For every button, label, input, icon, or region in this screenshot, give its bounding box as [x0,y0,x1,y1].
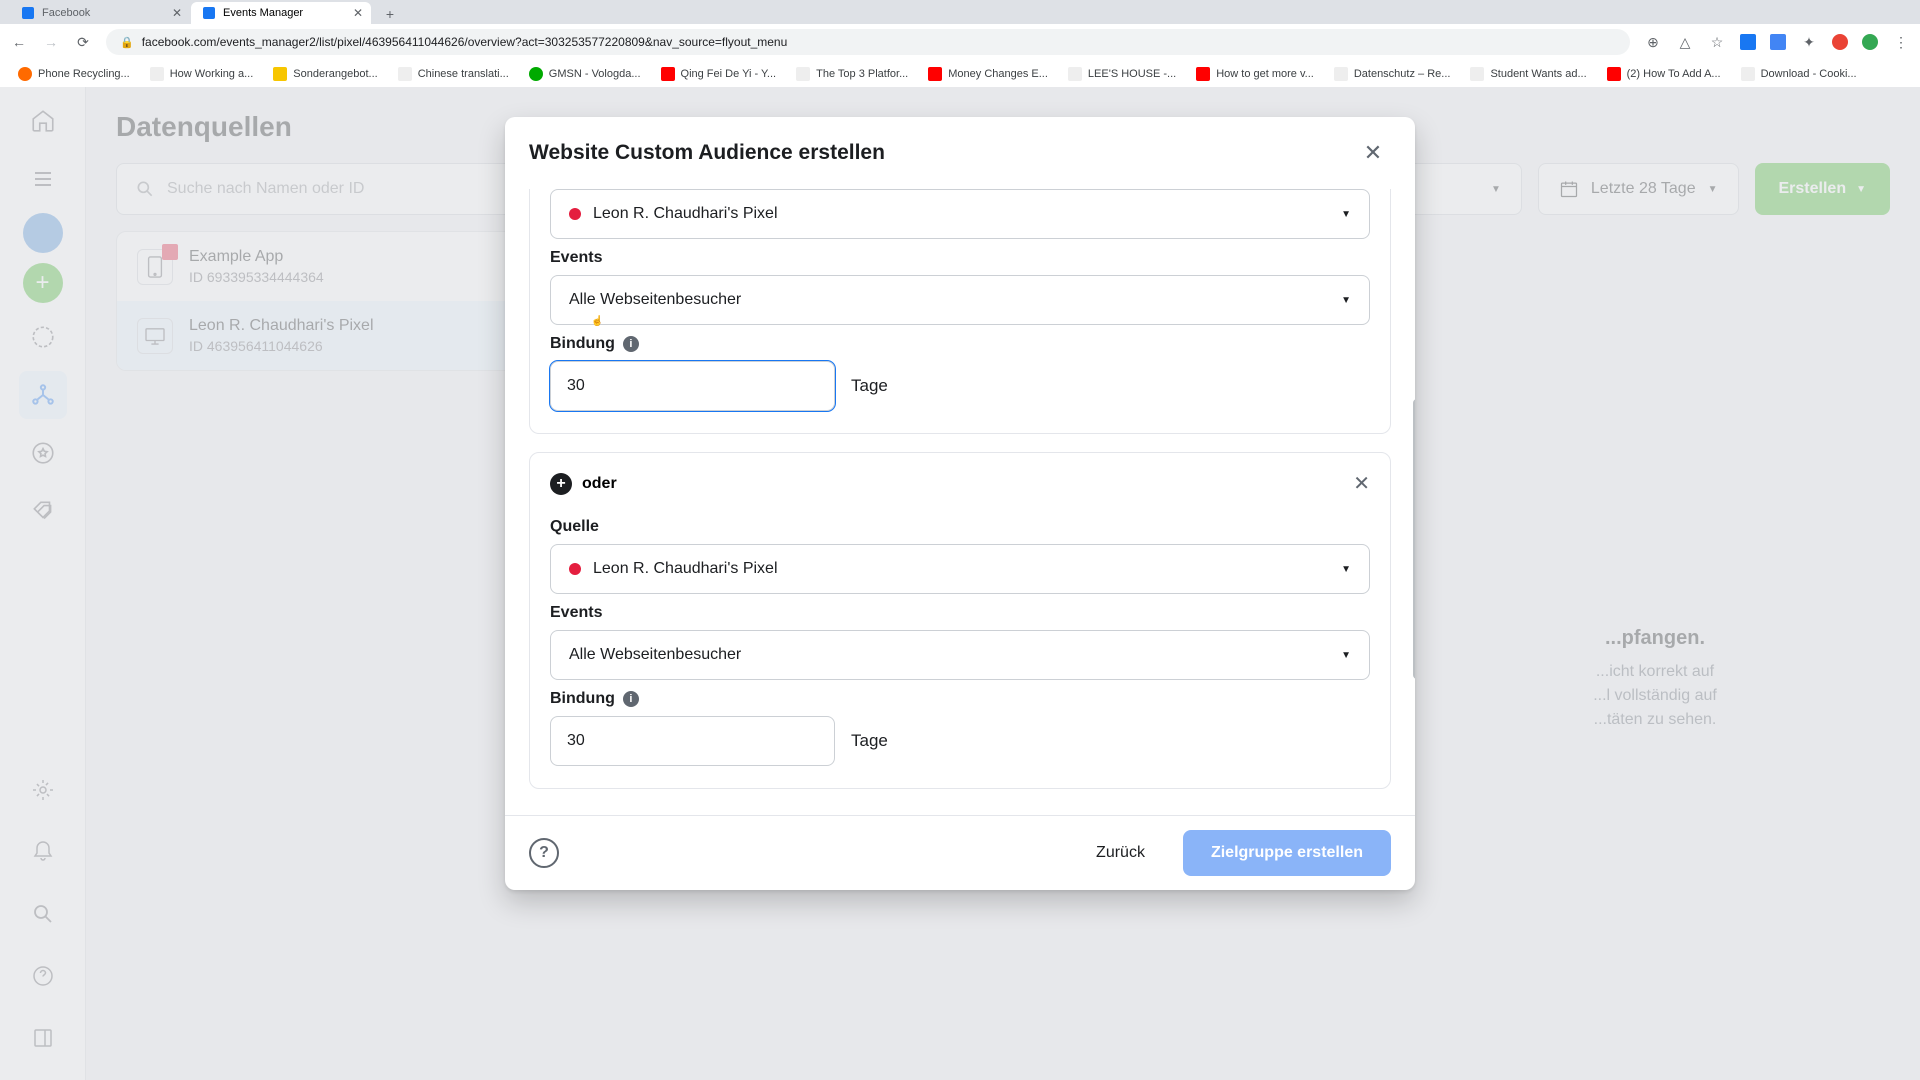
url-input[interactable]: 🔒 facebook.com/events_manager2/list/pixe… [106,29,1630,55]
or-condition[interactable]: + oder [550,473,617,495]
browser-chrome: Facebook ✕ Events Manager ✕ + ← → ⟳ 🔒 fa… [0,0,1920,87]
modal-title: Website Custom Audience erstellen [529,141,885,165]
url-text: facebook.com/events_manager2/list/pixel/… [142,35,788,49]
tab-bar: Facebook ✕ Events Manager ✕ + [0,0,1920,24]
ext-icon[interactable] [1740,34,1756,50]
or-label: oder [582,475,617,493]
favicon-facebook [203,7,215,19]
retention-input[interactable]: 30 [550,716,835,766]
bookmark-item[interactable]: Money Changes E... [920,65,1056,83]
lock-icon: 🔒 [120,36,134,49]
source-dropdown[interactable]: Leon R. Chaudhari's Pixel ▼ [550,189,1370,239]
bookmark-item[interactable]: Student Wants ad... [1462,65,1594,83]
chevron-down-icon: ▼ [1341,650,1351,661]
days-label: Tage [851,376,888,396]
binding-label: Bindung i [550,335,1370,353]
tab-close-icon[interactable]: ✕ [172,6,182,20]
bookmarks-bar: Phone Recycling... How Working a... Sond… [0,60,1920,87]
events-label: Events [550,604,1370,622]
menu-icon[interactable]: ⋮ [1892,34,1910,51]
events-label: Events [550,249,1370,267]
chevron-down-icon: ▼ [1341,295,1351,306]
bookmark-item[interactable]: GMSN - Vologda... [521,65,649,83]
bookmark-item[interactable]: LEE'S HOUSE -... [1060,65,1184,83]
bookmark-item[interactable]: Datenschutz – Re... [1326,65,1459,83]
plus-icon: + [550,473,572,495]
modal-body: Leon R. Chaudhari's Pixel ▼ Events Alle … [505,189,1415,815]
events-dropdown[interactable]: Alle Webseitenbesucher ▼ [550,630,1370,680]
bookmark-item[interactable]: Qing Fei De Yi - Y... [653,65,785,83]
info-icon[interactable]: i [623,336,639,352]
tab-label: Events Manager [223,7,303,19]
binding-label: Bindung i [550,690,1370,708]
tab-events-manager[interactable]: Events Manager ✕ [191,2,371,24]
chevron-down-icon: ▼ [1341,564,1351,575]
source-value: Leon R. Chaudhari's Pixel [593,205,778,223]
bookmark-item[interactable]: How Working a... [142,65,262,83]
retention-input[interactable]: 30 [550,361,835,411]
bookmark-item[interactable]: Phone Recycling... [10,65,138,83]
create-audience-button[interactable]: Zielgruppe erstellen [1183,830,1391,876]
address-bar: ← → ⟳ 🔒 facebook.com/events_manager2/lis… [0,24,1920,60]
events-value: Alle Webseitenbesucher [569,291,741,309]
back-button[interactable]: Zurück [1070,830,1171,876]
pixel-status-icon [569,563,581,575]
favicon-facebook [22,7,34,19]
star-icon[interactable]: ☆ [1708,34,1726,51]
info-icon[interactable]: i [623,691,639,707]
bookmark-item[interactable]: Chinese translati... [390,65,517,83]
bookmark-item[interactable]: (2) How To Add A... [1599,65,1729,83]
avatar-icon[interactable] [1862,34,1878,50]
criteria-group: Leon R. Chaudhari's Pixel ▼ Events Alle … [529,189,1391,434]
help-button[interactable]: ? [529,838,559,868]
extension-icons: ⊕ △ ☆ ✦ ⋮ [1644,34,1910,51]
source-value: Leon R. Chaudhari's Pixel [593,560,778,578]
tab-label: Facebook [42,7,90,19]
tab-close-icon[interactable]: ✕ [353,6,363,20]
bookmark-item[interactable]: Sonderangebot... [265,65,385,83]
events-value: Alle Webseitenbesucher [569,646,741,664]
remove-group-button[interactable]: ✕ [1353,471,1370,496]
ext-icon[interactable] [1770,34,1786,50]
share-icon[interactable]: △ [1676,34,1694,51]
events-dropdown[interactable]: Alle Webseitenbesucher ▼ ☝ [550,275,1370,325]
pixel-status-icon [569,208,581,220]
ext-icon[interactable] [1832,34,1848,50]
source-label: Quelle [550,518,1370,536]
group-header: + oder ✕ [550,453,1370,508]
puzzle-icon[interactable]: ✦ [1800,34,1818,51]
days-label: Tage [851,731,888,751]
chevron-down-icon: ▼ [1341,209,1351,220]
modal-close-button[interactable]: ✕ [1355,135,1391,171]
modal-header: Website Custom Audience erstellen ✕ [505,117,1415,189]
bookmark-item[interactable]: Download - Cooki... [1733,65,1865,83]
new-tab-button[interactable]: + [380,4,400,24]
nav-back-icon[interactable]: ← [10,34,28,50]
cursor-icon: ☝ [591,316,601,326]
nav-forward-icon[interactable]: → [42,34,60,50]
criteria-group: + oder ✕ Quelle Leon R. Chaudhari's Pixe… [529,452,1391,789]
custom-audience-modal: Website Custom Audience erstellen ✕ Leon… [505,117,1415,890]
binding-row: 30 Tage [550,716,1370,766]
scrollbar-thumb[interactable] [1413,399,1415,679]
binding-row: 30 Tage [550,361,1370,411]
zoom-icon[interactable]: ⊕ [1644,34,1662,51]
tab-facebook[interactable]: Facebook ✕ [10,2,190,24]
bookmark-item[interactable]: How to get more v... [1188,65,1322,83]
source-dropdown[interactable]: Leon R. Chaudhari's Pixel ▼ [550,544,1370,594]
bookmark-item[interactable]: The Top 3 Platfor... [788,65,916,83]
nav-reload-icon[interactable]: ⟳ [74,34,92,51]
modal-footer: ? Zurück Zielgruppe erstellen [505,815,1415,890]
